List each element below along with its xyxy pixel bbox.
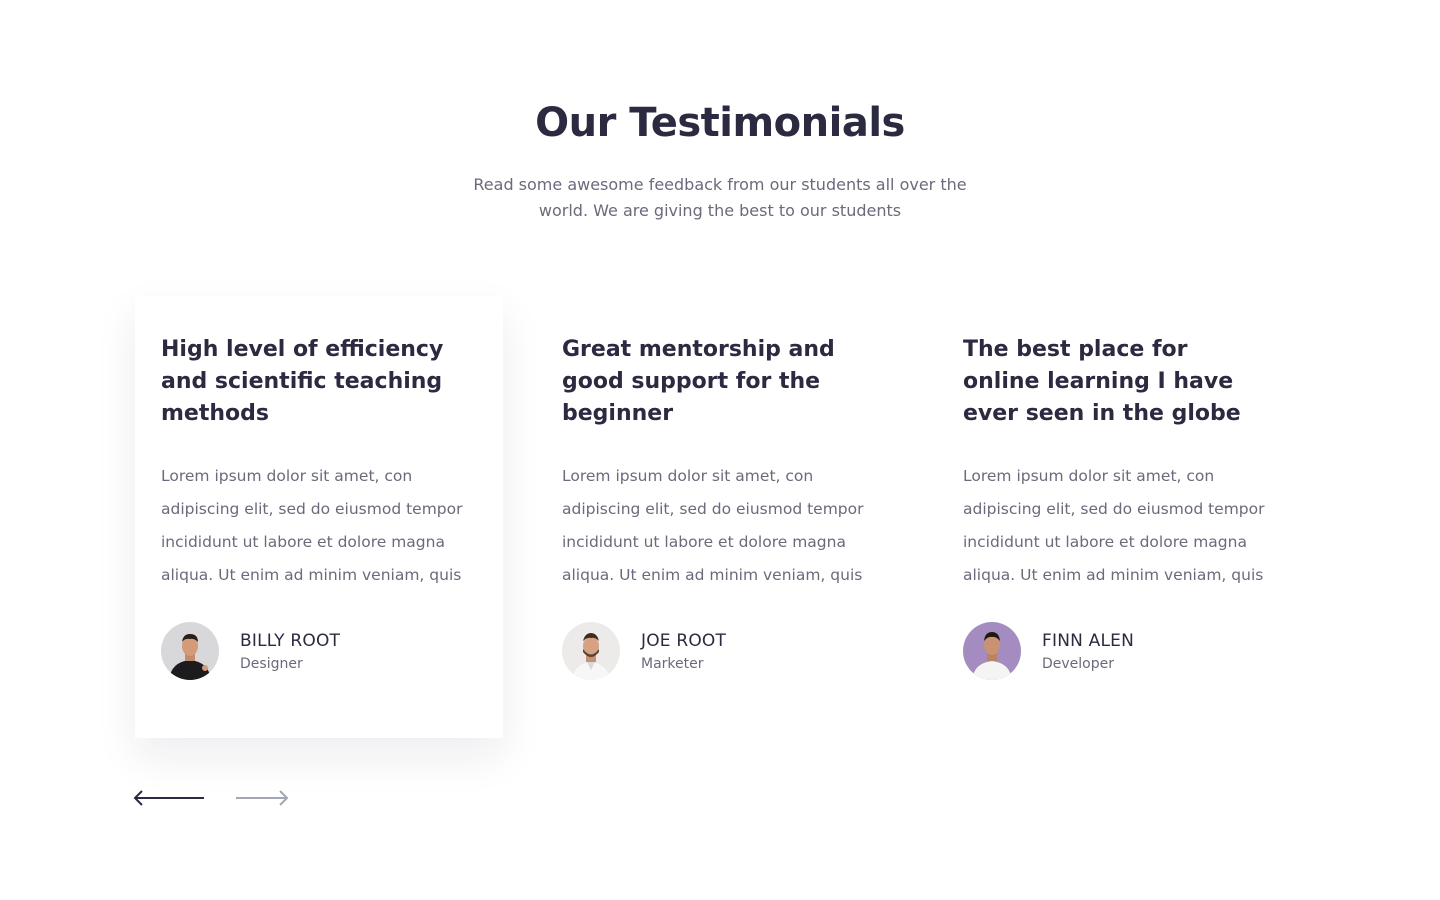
arrow-left-icon [133,790,204,806]
avatar [161,622,219,680]
prev-button[interactable] [132,786,206,814]
testimonial-author: JOE ROOT Marketer [562,622,878,680]
testimonial-card-1: High level of efficiency and scientific … [135,296,503,738]
testimonial-text: Lorem ipsum dolor sit amet, con adipisci… [562,467,864,584]
section-subtitle: Read some awesome feedback from our stud… [473,175,967,220]
testimonial-title: Great mentorship and good support for th… [562,337,835,426]
arrow-right-icon [236,790,289,806]
next-button[interactable] [234,786,290,814]
carousel-navigation [132,786,290,814]
testimonials-section: Our Testimonials Read some awesome feedb… [0,0,1440,900]
testimonial-author: FINN ALEN Developer [963,622,1279,680]
author-name: JOE ROOT [641,630,727,651]
avatar [963,622,1021,680]
testimonial-text: Lorem ipsum dolor sit amet, con adipisci… [161,467,463,584]
author-name: BILLY ROOT [240,630,341,651]
avatar [562,622,620,680]
testimonial-title: High level of efficiency and scientific … [161,337,444,426]
author-name: FINN ALEN [1042,630,1134,651]
author-role: Marketer [641,655,704,672]
testimonial-text: Lorem ipsum dolor sit amet, con adipisci… [963,467,1265,584]
author-role: Designer [240,655,303,672]
testimonial-card-2: Great mentorship and good support for th… [536,296,904,738]
author-role: Developer [1042,655,1115,672]
section-title: Our Testimonials [535,100,905,146]
testimonial-author: BILLY ROOT Designer [161,622,477,680]
testimonial-title: The best place for online learning I hav… [963,337,1241,426]
testimonial-card-3: The best place for online learning I hav… [937,296,1305,738]
